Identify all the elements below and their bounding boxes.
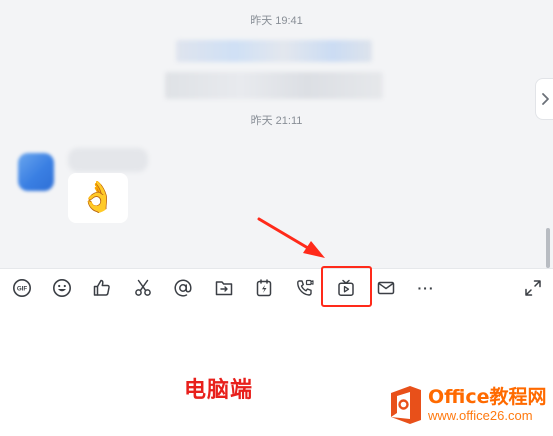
send-file-button[interactable] (212, 276, 236, 300)
screenshot-button[interactable] (131, 276, 155, 300)
emoji-icon (53, 279, 71, 297)
avatar[interactable] (18, 153, 54, 191)
phone-video-icon (297, 279, 314, 296)
chat-history: 昨天 19:41 昨天 21:11 👌 (0, 0, 553, 268)
blurred-sender-name (68, 148, 148, 172)
caption-text: 电脑端 (184, 378, 254, 403)
blurred-message (165, 72, 383, 99)
mention-button[interactable] (171, 276, 195, 300)
ok-hand-emoji: 👌 (79, 181, 117, 214)
watermark: Office教程网 www.office26.com (388, 384, 547, 426)
input-toolbar: GIF ··· (0, 268, 553, 306)
folder-icon (215, 281, 233, 296)
call-button[interactable] (293, 276, 317, 300)
gif-button[interactable]: GIF (10, 276, 34, 300)
flash-transfer-button[interactable] (252, 276, 276, 300)
scrollbar[interactable] (546, 228, 550, 268)
scissors-icon (135, 279, 151, 296)
watermark-title: Office教程网 (428, 386, 547, 408)
timestamp: 昨天 21:11 (250, 115, 303, 127)
expand-icon (525, 280, 541, 296)
mail-button[interactable] (374, 276, 398, 300)
like-button[interactable] (90, 276, 114, 300)
flash-file-icon (256, 279, 272, 297)
svg-text:GIF: GIF (17, 286, 28, 293)
expand-panel-button[interactable] (535, 78, 553, 120)
expand-input-button[interactable] (521, 276, 545, 300)
emoji-button[interactable] (50, 276, 74, 300)
blurred-message (176, 40, 372, 62)
highlight-box (321, 266, 372, 307)
more-icon: ··· (417, 280, 435, 296)
office-logo-icon (391, 386, 421, 424)
more-button[interactable]: ··· (414, 276, 438, 300)
thumbs-up-icon (93, 279, 110, 296)
mail-icon (377, 281, 395, 295)
emoji-message[interactable]: 👌 (68, 173, 128, 223)
gif-icon: GIF (13, 279, 31, 297)
timestamp: 昨天 19:41 (250, 15, 303, 27)
chevron-right-icon (541, 93, 549, 105)
at-icon (174, 279, 192, 297)
watermark-url: www.office26.com (428, 408, 533, 423)
